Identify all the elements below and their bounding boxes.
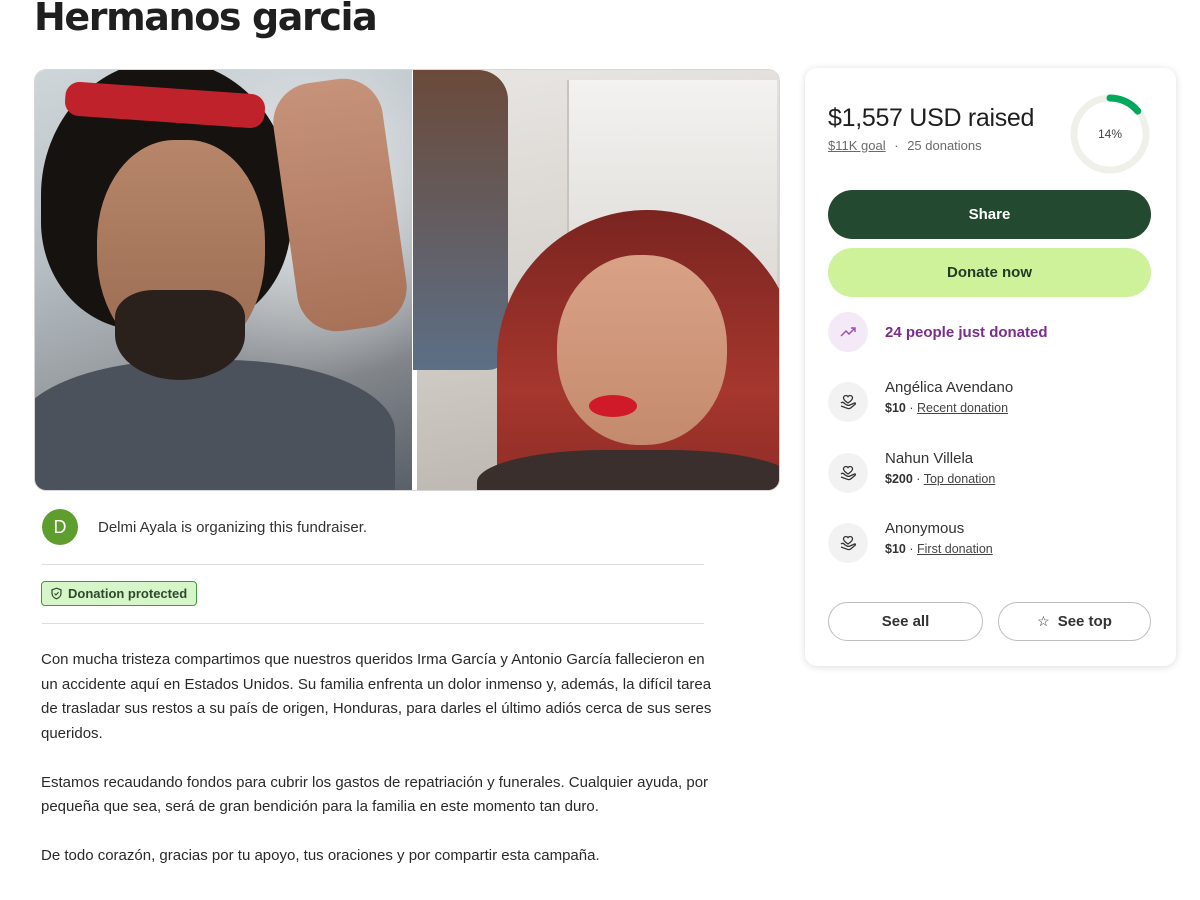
donor-amount: $200 (885, 472, 913, 486)
trend-text: 24 people just donated (885, 323, 1048, 341)
separator: · (909, 401, 914, 415)
donor-name: Angélica Avendano (885, 379, 1014, 396)
shield-icon (51, 587, 62, 600)
recent-activity: 24 people just donated (828, 312, 1048, 352)
star-icon: ☆ (1037, 613, 1050, 629)
donor-amount: $10 (885, 401, 906, 415)
separator: · (894, 138, 899, 153)
donor-tag-link[interactable]: Recent donation (917, 401, 1008, 415)
donation-count: 25 donations (907, 138, 982, 153)
see-top-button[interactable]: ☆ See top (998, 602, 1151, 641)
organizer-text: Delmi Ayala is organizing this fundraise… (98, 518, 368, 536)
donor-name: Nahun Villela (885, 450, 974, 467)
page-title: Hermanos garcia (34, 0, 378, 39)
separator: · (916, 472, 921, 486)
donor-item: Angélica Avendano $10 · Recent donation (828, 378, 1013, 422)
divider (42, 564, 704, 565)
organizer-avatar[interactable]: D (42, 509, 78, 545)
divider (42, 623, 704, 624)
donor-item: Anonymous $10 · First donation (828, 519, 993, 563)
trending-up-icon (828, 312, 868, 352)
badge-label: Donation protected (68, 586, 188, 601)
donation-card: $1,557 USD raised $11K goal · 25 donatio… (805, 68, 1176, 666)
story-paragraph: Con mucha tristeza compartimos que nuest… (41, 651, 712, 742)
see-top-label: See top (1057, 613, 1112, 630)
campaign-photo[interactable] (34, 69, 780, 491)
heart-hand-icon (828, 523, 868, 563)
story-text: Con mucha tristeza compartimos que nuest… (41, 648, 721, 893)
share-button[interactable]: Share (828, 190, 1151, 239)
story-paragraph: De todo corazón, gracias por tu apoyo, t… (41, 847, 600, 864)
donor-name: Anonymous (885, 520, 965, 537)
progress-label: 14% (1097, 127, 1123, 141)
donate-now-button[interactable]: Donate now (828, 248, 1151, 297)
amount-raised: $1,557 USD raised (828, 104, 1035, 132)
separator: · (909, 542, 914, 556)
goal-link[interactable]: $11K goal (828, 138, 886, 153)
photo-woman (413, 70, 779, 490)
donor-tag-link[interactable]: Top donation (924, 472, 996, 486)
donor-item: Nahun Villela $200 · Top donation (828, 449, 995, 493)
see-all-button[interactable]: See all (828, 602, 983, 641)
photo-man (35, 70, 412, 490)
story-paragraph: Estamos recaudando fondos para cubrir lo… (41, 773, 709, 816)
heart-hand-icon (828, 453, 868, 493)
donor-tag-link[interactable]: First donation (917, 542, 993, 556)
heart-hand-icon (828, 382, 868, 422)
donor-amount: $10 (885, 542, 906, 556)
donation-protected-badge[interactable]: Donation protected (41, 581, 198, 606)
goal-summary: $11K goal · 25 donations (828, 138, 982, 153)
organizer-row: D Delmi Ayala is organizing this fundrai… (42, 509, 367, 545)
